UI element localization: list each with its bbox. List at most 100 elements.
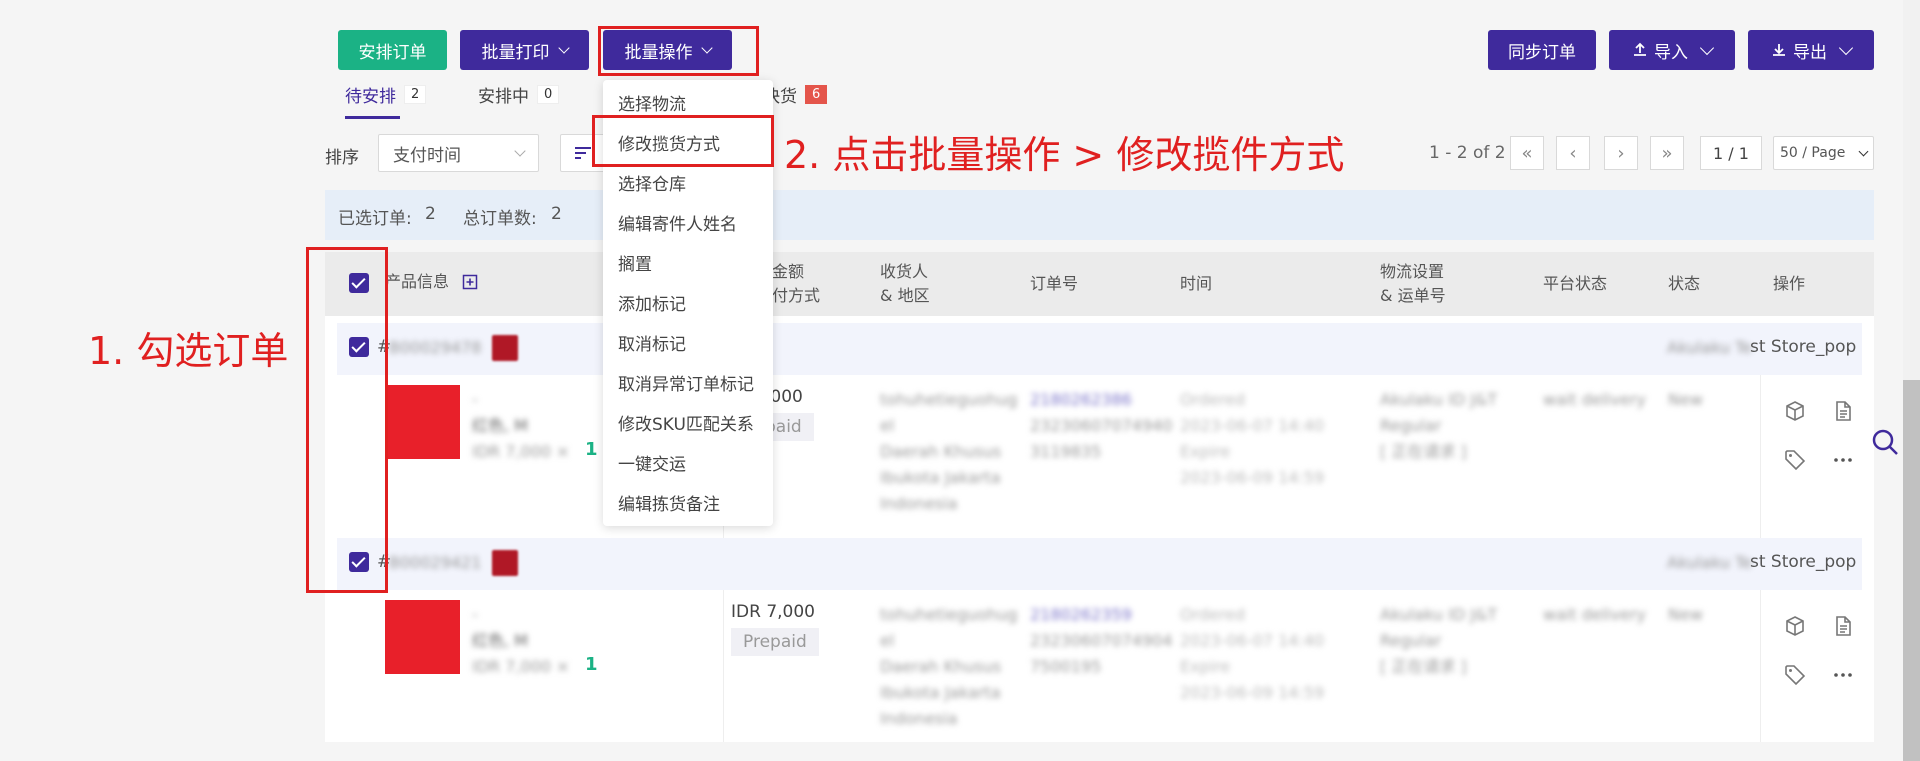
- logistics-blurred: Akulaku ID J&T Regular[ 正在请求 ]: [1380, 390, 1498, 461]
- chevron-down-icon: [1858, 146, 1869, 156]
- menu-item-hold[interactable]: 搁置: [618, 250, 652, 275]
- chevron-down-icon: [514, 145, 526, 157]
- tag-icon[interactable]: [1783, 448, 1807, 472]
- double-chevron-right-icon: »: [1661, 142, 1673, 164]
- prev-page-button[interactable]: ‹: [1556, 136, 1590, 170]
- col-recipient-line1: 收货人: [880, 262, 929, 281]
- menu-item-edit-sku-mapping[interactable]: 修改SKU匹配关系: [618, 410, 754, 435]
- product-variant-blurred: 红色, M: [472, 416, 528, 435]
- per-page-select[interactable]: 50 / Page: [1773, 136, 1874, 170]
- selected-orders-label: 已选订单:: [338, 209, 412, 229]
- platform-badge: [492, 550, 518, 576]
- status-blurred: New: [1668, 390, 1703, 409]
- tab-count: 6: [805, 85, 828, 104]
- selected-orders-count: 2: [425, 204, 436, 224]
- order-no-blurred: 2180262359: [1030, 605, 1132, 624]
- col-product: 产品信息: [385, 272, 450, 291]
- store-name-blurred: Akulaku Te: [1667, 553, 1753, 572]
- sync-orders-button[interactable]: 同步订单: [1488, 30, 1596, 70]
- menu-item-add-mark[interactable]: 添加标记: [618, 290, 686, 315]
- order-amount: IDR 7,000: [731, 602, 815, 622]
- tag-icon[interactable]: [1783, 663, 1807, 687]
- col-amount-line2: 付方式: [772, 286, 821, 305]
- order-no-blurred: 2180262386: [1030, 390, 1132, 409]
- logistics-blurred: Akulaku ID J&T Regular[ 正在请求 ]: [1380, 605, 1498, 676]
- col-logistics-line2: & 运单号: [1380, 286, 1446, 305]
- product-name-blurred: -: [472, 390, 478, 409]
- package-icon[interactable]: [1783, 614, 1807, 638]
- annotation-step2: 2. 点击批量操作 > 修改揽件方式: [784, 133, 1345, 177]
- status-blurred: New: [1668, 605, 1703, 624]
- scrollbar-thumb[interactable]: [1903, 380, 1920, 761]
- time-blurred: Ordered 2023-06-07 14:40 Expire 2023-06-09 …: [1180, 390, 1325, 487]
- total-orders-count: 2: [551, 204, 562, 224]
- platform-status-blurred: wait delivery: [1543, 390, 1646, 409]
- menu-item-select-warehouse[interactable]: 选择仓库: [618, 170, 686, 195]
- total-orders-label: 总订单数:: [463, 209, 537, 229]
- product-qty: 1: [585, 439, 598, 460]
- product-variant-blurred: 红色, M: [472, 631, 528, 650]
- page-input[interactable]: 1 / 1: [1700, 136, 1762, 170]
- package-icon[interactable]: [1783, 399, 1807, 423]
- tab-count: 2: [404, 85, 427, 104]
- menu-item-select-logistics[interactable]: 选择物流: [618, 90, 686, 115]
- store-name: st Store_pop: [1750, 552, 1857, 572]
- time-blurred: Ordered 2023-06-07 14:40 Expire 2023-06-09 …: [1180, 605, 1325, 702]
- selection-info-bar: 已选订单: 2 总订单数: 2: [325, 190, 1874, 240]
- expand-plus-icon[interactable]: [462, 274, 478, 290]
- next-page-button[interactable]: ›: [1604, 136, 1638, 170]
- sort-select[interactable]: 支付时间: [378, 134, 539, 172]
- tab-label: 安排中: [478, 87, 529, 107]
- table-row: - 红色, M IDR 7,000 × 1 IDR 7,000 Prepaid …: [325, 590, 1874, 750]
- sort-lines-icon: [575, 147, 591, 159]
- more-icon[interactable]: [1831, 448, 1855, 472]
- tab-count: 0: [537, 85, 560, 104]
- payment-method: Prepaid: [731, 628, 819, 656]
- menu-item-edit-picking-note[interactable]: 编辑拣货备注: [618, 490, 720, 515]
- more-icon[interactable]: [1831, 663, 1855, 687]
- import-button[interactable]: 导入: [1609, 30, 1735, 70]
- col-platform-status: 平台状态: [1543, 274, 1608, 293]
- batch-print-button[interactable]: 批量打印: [460, 30, 589, 70]
- menu-item-cancel-exception-mark[interactable]: 取消异常订单标记: [618, 370, 754, 395]
- order-sn-blurred: 23230607074940 3119835: [1030, 416, 1173, 461]
- document-icon[interactable]: [1831, 399, 1855, 423]
- table-row: - 红色, M IDR 7,000 × 1 ,000 paid tohuheti…: [325, 375, 1874, 535]
- tab-arranging[interactable]: 安排中 0: [478, 82, 560, 107]
- product-qty: 1: [585, 654, 598, 675]
- search-icon[interactable]: [1870, 427, 1900, 457]
- per-page-value: 50 / Page: [1780, 145, 1846, 161]
- sort-value: 支付时间: [393, 145, 461, 166]
- menu-item-one-click-ship[interactable]: 一键交运: [618, 450, 686, 475]
- col-time: 时间: [1180, 274, 1213, 293]
- order-header-row: # B00029478 Akulaku Te st Store_pop: [337, 323, 1862, 375]
- chevron-down-icon: [557, 42, 570, 54]
- recipient-blurred: tohuhetieguohug el Daerah Khusus Ibukota Ja…: [880, 605, 1018, 728]
- product-image: [385, 600, 460, 674]
- arrange-orders-button[interactable]: 安排订单: [338, 30, 447, 70]
- chevron-right-icon: ›: [1617, 142, 1625, 164]
- menu-item-cancel-mark[interactable]: 取消标记: [618, 330, 686, 355]
- col-logistics-line1: 物流设置: [1380, 262, 1445, 281]
- last-page-button[interactable]: »: [1650, 136, 1684, 170]
- col-amount-line1: 金额: [772, 262, 805, 281]
- chevron-left-icon: ‹: [1569, 142, 1577, 164]
- double-chevron-left-icon: «: [1521, 142, 1533, 164]
- recipient-blurred: tohuhetieguohug el Daerah Khusus Ibukota Ja…: [880, 390, 1018, 513]
- first-page-button[interactable]: «: [1510, 136, 1544, 170]
- highlight-checkboxes: [306, 247, 388, 593]
- export-button[interactable]: 导出: [1748, 30, 1874, 70]
- export-label: 导出: [1793, 42, 1827, 63]
- menu-item-edit-sender-name[interactable]: 编辑寄件人姓名: [618, 210, 737, 235]
- tab-pending[interactable]: 待安排 2: [345, 82, 427, 119]
- table-header: 产品信息 金额 付方式 收货人 & 地区 订单号 时间 物流设置 & 运单号 平…: [325, 252, 1874, 316]
- platform-status-blurred: wait delivery: [1543, 605, 1646, 624]
- download-icon: [1773, 44, 1785, 56]
- product-image: [385, 385, 460, 459]
- order-sn-blurred: 23230607074904 7500195: [1030, 631, 1173, 676]
- document-icon[interactable]: [1831, 614, 1855, 638]
- col-actions: 操作: [1773, 274, 1806, 293]
- store-name-blurred: Akulaku Te: [1667, 338, 1753, 357]
- tab-label: 待安排: [345, 87, 396, 107]
- product-price-blurred: IDR 7,000 ×: [472, 442, 570, 461]
